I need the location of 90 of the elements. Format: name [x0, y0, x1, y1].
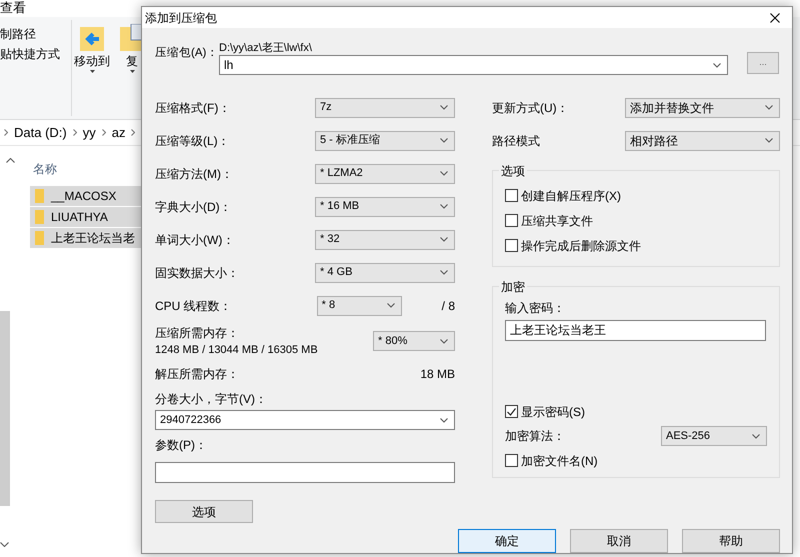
caret-icon [386, 303, 395, 308]
archive-combo[interactable]: lh [219, 55, 728, 75]
dialog-button[interactable]: 确定 [458, 529, 556, 553]
path-text: D:\yy\az\老王\lw\fx\ [219, 41, 313, 55]
field-label: 分卷大小，字节(V)： [155, 391, 268, 408]
checkbox[interactable] [505, 189, 518, 202]
checkbox-label[interactable]: 压缩共享文件 [521, 212, 593, 230]
caret-icon [130, 70, 134, 73]
caret-icon [440, 237, 448, 242]
field-label: 压缩等级(L)： [155, 132, 230, 150]
field-label: 输入密码： [505, 300, 566, 317]
ribbon-item[interactable]: 贴快捷方式 [0, 47, 60, 61]
caret-icon [752, 434, 760, 438]
file-row[interactable]: LIUATHYA [30, 207, 141, 227]
caret-icon [765, 138, 773, 143]
check-icon [507, 408, 516, 416]
field-label: 路径模式 [492, 132, 540, 150]
caret-icon [713, 62, 721, 68]
caret-icon [765, 105, 773, 110]
folder-icon [35, 231, 44, 245]
caret-icon [440, 204, 448, 209]
checkbox[interactable] [505, 454, 518, 467]
caret-icon [440, 138, 448, 143]
dropdown[interactable]: AES-256 [661, 426, 767, 446]
field-label: 解压所需内存： [155, 366, 239, 383]
checkbox[interactable] [505, 214, 518, 227]
dropdown[interactable]: * 32 [315, 230, 455, 250]
field-label: CPU 线程数： [155, 298, 232, 314]
chevron-right-icon [4, 129, 8, 136]
parameters-field[interactable] [155, 462, 455, 483]
caret-icon [440, 171, 448, 176]
field-label: 压缩所需内存： [155, 324, 240, 342]
menu-item[interactable]: 查看 [0, 0, 26, 15]
options-button[interactable]: 选项 [155, 500, 253, 523]
scrollbar-thumb[interactable] [0, 311, 10, 506]
caret-icon [90, 70, 94, 73]
checkbox-label[interactable]: 显示密码(S) [521, 402, 585, 420]
field-label: 压缩包(A)： [155, 46, 219, 61]
column-header[interactable]: 名称 [33, 162, 57, 176]
field-label: 压缩方法(M)： [155, 166, 233, 182]
password-field[interactable]: 上老王论坛当老王 [505, 320, 766, 341]
memory-value: 18 MB [420, 366, 455, 383]
dropdown[interactable]: * 16 MB [315, 196, 455, 216]
volume-combo[interactable]: 2940722366 [155, 410, 455, 430]
field-label: 单词大小(W)： [155, 232, 234, 248]
chevron-up-icon [6, 158, 15, 163]
chevron-right-icon [131, 129, 136, 136]
checkbox-label[interactable]: 加密文件名(N) [521, 452, 598, 470]
checkbox-label[interactable]: 创建自解压程序(X) [521, 186, 621, 204]
field-label: 更新方式(U)： [492, 100, 569, 116]
caret-icon [440, 418, 448, 422]
dropdown[interactable]: 添加并替换文件 [625, 98, 780, 118]
group-title: 选项 [499, 162, 527, 180]
dialog-button[interactable]: 取消 [570, 529, 668, 553]
checkbox[interactable] [505, 239, 518, 252]
dropdown[interactable]: 相对路径 [625, 130, 780, 150]
checkbox-label[interactable]: 操作完成后删除源文件 [521, 236, 641, 254]
field-label: 压缩格式(F)： [155, 100, 230, 116]
chevron-right-icon [72, 129, 77, 136]
close-icon [770, 13, 780, 24]
dropdown[interactable]: 7z [315, 98, 455, 118]
chevron-down-icon[interactable] [0, 542, 9, 547]
dropdown[interactable]: * 80% [373, 331, 455, 351]
folder-icon [35, 210, 44, 224]
field-label: 参数(P)： [155, 437, 208, 454]
dropdown[interactable]: * 4 GB [315, 262, 455, 282]
breadcrumb-item[interactable]: yy [82, 122, 96, 142]
chevron-right-icon [102, 129, 106, 136]
browse-button[interactable]: ... [747, 52, 779, 74]
ribbon-item[interactable]: 制路径 [0, 27, 36, 41]
file-row[interactable]: __MACOSX [30, 186, 141, 206]
file-row[interactable]: 上老王论坛当老 [30, 228, 141, 248]
breadcrumb-item[interactable]: Data (D:) [14, 122, 67, 142]
ribbon-button[interactable]: 移动到 [72, 17, 112, 119]
dropdown[interactable]: * LZMA2 [315, 164, 455, 184]
caret-icon [440, 270, 448, 275]
breadcrumb-item[interactable]: az [112, 122, 126, 142]
checkbox[interactable] [505, 405, 518, 418]
dropdown[interactable]: 5 - 标准压缩 [315, 130, 455, 150]
dropdown[interactable]: * 8 [316, 296, 402, 316]
dialog-button[interactable]: 帮助 [682, 529, 780, 553]
field-label: 加密算法： [505, 428, 565, 445]
field-label: 固实数据大小： [155, 264, 239, 282]
caret-icon [440, 338, 448, 344]
caret-icon [440, 105, 448, 110]
thread-count: / 8 [442, 298, 455, 314]
field-label: 字典大小(D)： [155, 198, 232, 216]
memory-text: 1248 MB / 13044 MB / 16305 MB [155, 342, 318, 358]
window-title: 添加到压缩包 [145, 10, 217, 26]
folder-icon [35, 189, 44, 203]
